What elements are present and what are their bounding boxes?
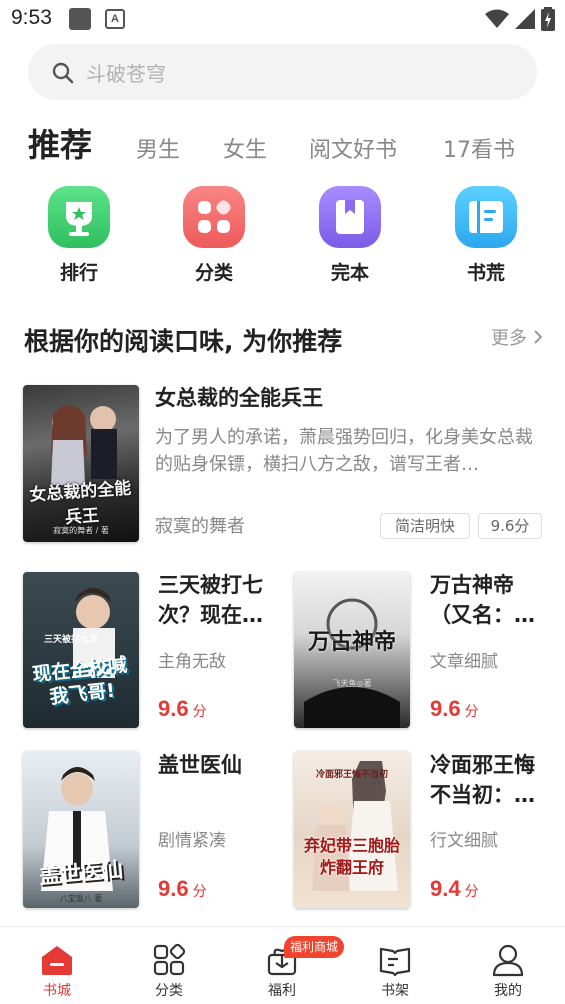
featured-book-cover[interactable]: 女总裁的全能兵王 寂寞的舞者 / 著	[23, 385, 139, 542]
book-title[interactable]: 盖世医仙	[158, 750, 278, 780]
book-score-unit: 分	[464, 704, 479, 720]
quick-entry-label: 完本	[330, 262, 369, 284]
book-score-value: 9.6	[158, 696, 189, 721]
battery-icon	[541, 7, 555, 31]
book-subtitle: 文章细腻	[430, 652, 498, 672]
book-cover[interactable]: 盖世医仙 八宝饭八 著	[23, 751, 139, 908]
welfare-mall-badge[interactable]: 福利商城	[284, 936, 345, 958]
book-cover[interactable]: 三天被打七次 现在全校喊我飞哥!	[23, 572, 139, 728]
book-subtitle: 行文细腻	[430, 831, 498, 851]
book-score-unit: 分	[192, 704, 207, 720]
quick-entry-completed[interactable]: 完本	[310, 186, 390, 286]
trophy-icon	[48, 186, 110, 248]
nav-label: 书架	[381, 983, 409, 999]
book-score-unit: 分	[464, 884, 479, 900]
featured-book-title[interactable]: 女总裁的全能兵王	[155, 382, 323, 412]
nav-label: 福利	[268, 983, 296, 999]
featured-cover-author: 寂寞的舞者 / 著	[53, 526, 109, 535]
book-title[interactable]: 冷面邪王悔不当初：…	[430, 750, 550, 810]
book-score-value: 9.6	[430, 696, 461, 721]
book-score: 9.6 分	[430, 696, 479, 722]
nav-bookshelf[interactable]: 书架	[360, 941, 430, 1001]
nav-label: 我的	[494, 983, 522, 999]
book-cover-subtitle: 冷面邪王悔不当初	[315, 770, 388, 780]
score-tag: 9.6分	[478, 513, 542, 539]
more-button[interactable]: 更多	[491, 324, 543, 350]
book-subtitle: 剧情紧凑	[158, 831, 226, 851]
notification-a-icon: A	[105, 9, 125, 29]
section-title: 根据你的阅读口味, 为你推荐	[24, 327, 343, 356]
bookstore-icon	[42, 946, 72, 975]
tab-17kanshu[interactable]: 17看书	[443, 132, 515, 164]
book-cover[interactable]: 冷面邪王悔不当初 弃妃带三胞胎炸翻王府	[294, 751, 410, 908]
search-icon	[52, 62, 74, 84]
book-title[interactable]: 万古神帝（又名：…	[430, 570, 550, 630]
nav-category[interactable]: 分类	[134, 941, 204, 1001]
book-score-value: 9.6	[158, 876, 189, 901]
quick-entry-label: 分类	[194, 262, 233, 284]
wifi-icon	[485, 9, 509, 28]
book-score: 9.6 分	[158, 876, 207, 902]
quick-entry-ranking[interactable]: 排行	[39, 186, 119, 286]
book-cover-title: 万古神帝	[307, 630, 396, 655]
quick-entry-category[interactable]: 分类	[174, 186, 254, 286]
search-input[interactable]: 斗破苍穹	[28, 44, 537, 100]
open-book-icon	[455, 186, 517, 248]
book-cover-author: 八宝饭八 著	[59, 894, 103, 903]
category-grid-icon	[153, 943, 186, 976]
grid-icon	[183, 186, 245, 248]
book-cover[interactable]: 万古神帝 飞天鱼◎著	[294, 572, 410, 728]
tab-male[interactable]: 男生	[136, 132, 180, 164]
quick-entry-book-shortage[interactable]: 书荒	[446, 186, 526, 286]
chevron-right-icon	[534, 330, 543, 344]
category-tabs: 推荐 男生 女生 阅文好书 17看书	[0, 118, 565, 168]
tab-yuewen-good-books[interactable]: 阅文好书	[309, 132, 397, 164]
status-icons	[485, 6, 555, 32]
profile-icon	[492, 944, 524, 977]
featured-cover-title: 女总裁的全能兵王	[28, 478, 132, 529]
book-score-unit: 分	[192, 884, 207, 900]
nav-label: 书城	[43, 983, 71, 999]
book-score: 9.4 分	[430, 876, 479, 902]
nav-profile[interactable]: 我的	[473, 941, 543, 1001]
bottom-navigation: 书城 分类 福利 书架 我的	[0, 926, 565, 1004]
tab-female[interactable]: 女生	[223, 132, 267, 164]
status-bar: 9:53 A	[0, 0, 565, 38]
book-cover-author: 飞天鱼◎著	[332, 679, 372, 688]
book-title[interactable]: 三天被打七次？现在…	[158, 570, 278, 630]
tab-recommend[interactable]: 推荐	[28, 120, 92, 166]
book-score: 9.6 分	[158, 696, 207, 722]
book-score-value: 9.4	[430, 876, 461, 901]
quick-entry-label: 排行	[59, 262, 98, 284]
featured-book-author: 寂寞的舞者	[155, 516, 245, 537]
nav-bookstore[interactable]: 书城	[22, 941, 92, 1001]
signal-icon	[515, 9, 535, 29]
quick-entry-label: 书荒	[466, 262, 505, 284]
bookshelf-icon	[379, 947, 411, 977]
notification-app-icon	[69, 8, 91, 30]
book-cover-title: 弃妃带三胞胎炸翻王府	[303, 836, 400, 877]
search-placeholder: 斗破苍穹	[86, 62, 166, 86]
more-label: 更多	[491, 328, 527, 349]
bookmark-book-icon	[319, 186, 381, 248]
book-tag: 简洁明快	[380, 513, 470, 539]
book-subtitle: 主角无敌	[158, 652, 226, 672]
status-time: 9:53	[11, 6, 52, 29]
book-cover-subtitle: 三天被打七次	[43, 635, 98, 645]
nav-label: 分类	[155, 983, 183, 999]
featured-book-description: 为了男人的承诺，萧晨强势回归，化身美女总裁的贴身保镖，横扫八方之敌，谱写王者…	[155, 427, 533, 475]
